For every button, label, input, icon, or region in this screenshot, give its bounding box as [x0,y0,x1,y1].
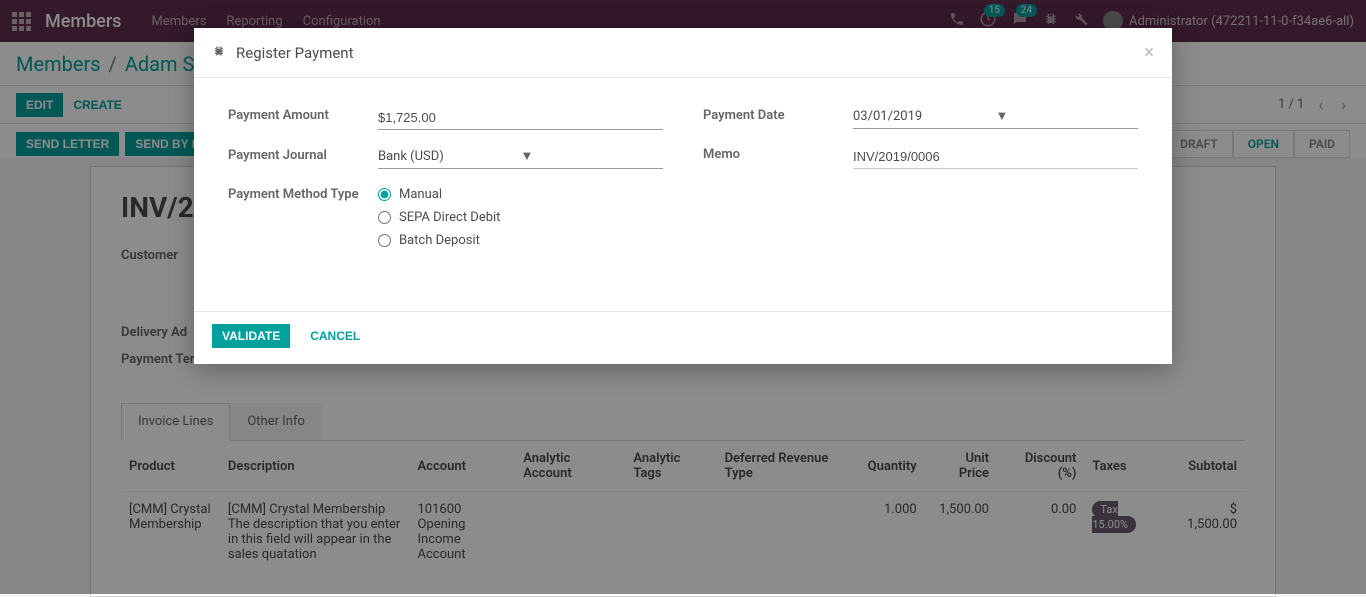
amount-input[interactable] [378,108,663,130]
cancel-button[interactable]: CANCEL [310,329,360,343]
journal-label: Payment Journal [228,148,378,163]
close-icon[interactable]: × [1144,42,1154,63]
modal-footer: VALIDATE CANCEL [194,311,1172,364]
journal-select[interactable]: Bank (USD) ▼ [378,148,663,169]
bug-icon[interactable] [212,44,226,62]
modal-overlay: Register Payment × Payment Amount Paymen… [0,0,1366,594]
date-input[interactable]: 03/01/2019 ▼ [853,108,1138,129]
validate-button[interactable]: VALIDATE [212,324,290,348]
chevron-down-icon: ▼ [521,148,664,164]
memo-label: Memo [703,147,853,162]
date-value: 03/01/2019 [853,109,996,124]
method-label: Payment Method Type [228,187,378,202]
radio-manual[interactable]: Manual [378,187,500,202]
amount-label: Payment Amount [228,108,378,123]
journal-value: Bank (USD) [378,149,521,164]
date-label: Payment Date [703,108,853,123]
register-payment-modal: Register Payment × Payment Amount Paymen… [194,28,1172,364]
chevron-down-icon: ▼ [996,108,1139,124]
modal-header: Register Payment × [194,28,1172,78]
memo-input[interactable] [853,147,1138,169]
radio-batch[interactable]: Batch Deposit [378,233,500,248]
modal-title: Register Payment [236,44,354,62]
radio-sepa[interactable]: SEPA Direct Debit [378,210,500,225]
